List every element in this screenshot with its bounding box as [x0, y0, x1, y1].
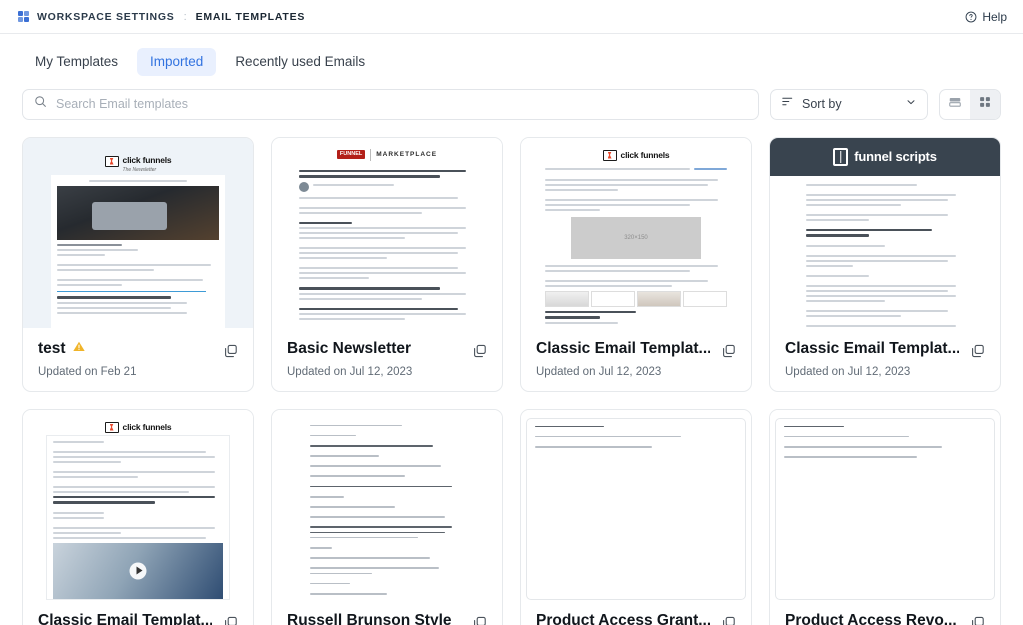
template-thumbnail: FUNNEL MARKETPLACE [272, 138, 502, 328]
clickfunnels-logo-icon [603, 150, 617, 161]
sort-lines-icon [781, 95, 794, 113]
template-title: test [38, 340, 238, 358]
thumb-brand-name: click funnels [123, 422, 172, 432]
template-title: Classic Email Templat... [785, 340, 985, 358]
apps-grid-icon[interactable] [18, 11, 29, 22]
template-thumbnail [521, 410, 751, 600]
template-thumbnail [272, 410, 502, 600]
breadcrumb-email-templates: EMAIL TEMPLATES [196, 11, 305, 23]
template-title-text: Product Access Grant... [536, 612, 710, 625]
chevron-down-icon [905, 95, 917, 113]
thumb-brand-name: funnel scripts [854, 149, 936, 164]
template-title: Product Access Revo... [785, 612, 985, 625]
template-title-text: Russell Brunson Style [287, 612, 452, 625]
sort-by-dropdown[interactable]: Sort by [770, 89, 928, 120]
help-button[interactable]: Help [965, 10, 1007, 24]
list-view-icon [948, 95, 962, 114]
question-circle-icon [965, 11, 977, 23]
template-title: Product Access Grant... [536, 612, 736, 625]
template-thumbnail: click funnels [23, 410, 253, 600]
duplicate-icon[interactable] [720, 614, 738, 625]
template-thumbnail: click funnels The Newsletter [23, 138, 253, 328]
tab-imported[interactable]: Imported [137, 48, 216, 76]
duplicate-icon[interactable] [222, 342, 240, 360]
template-card[interactable]: Russell Brunson Style [271, 409, 503, 625]
grid-view-icon [978, 95, 992, 114]
template-thumbnail: funnel scripts [770, 138, 1000, 328]
template-card[interactable]: click funnels The Newsletter [22, 137, 254, 392]
thumb-brand-name: click funnels [123, 155, 172, 165]
search-box[interactable] [22, 89, 759, 120]
funnel-marketplace-logo-icon: FUNNEL [337, 150, 365, 160]
duplicate-icon[interactable] [471, 342, 489, 360]
template-card[interactable]: click funnels 320×150 [520, 137, 752, 392]
template-grid: click funnels The Newsletter [0, 120, 1023, 625]
search-input[interactable] [56, 97, 747, 111]
template-card[interactable]: funnel scripts [769, 137, 1001, 392]
toolbar: Sort by [0, 89, 1023, 120]
template-title-text: Product Access Revo... [785, 612, 957, 625]
template-card[interactable]: Product Access Revo... [769, 409, 1001, 625]
clickfunnels-logo-icon [105, 156, 119, 167]
tab-recently-used-emails[interactable]: Recently used Emails [222, 48, 378, 76]
template-card[interactable]: Product Access Grant... [520, 409, 752, 625]
template-title-text: Basic Newsletter [287, 340, 411, 358]
template-updated-date: Updated on Feb 21 [38, 366, 238, 378]
template-title-text: Classic Email Templat... [536, 340, 710, 358]
template-card[interactable]: click funnels [22, 409, 254, 625]
clickfunnels-logo-icon [105, 422, 119, 433]
template-card[interactable]: FUNNEL MARKETPLACE [271, 137, 503, 392]
list-view-button[interactable] [940, 90, 970, 119]
tab-my-templates[interactable]: My Templates [22, 48, 131, 76]
top-bar: WORKSPACE SETTINGS : EMAIL TEMPLATES Hel… [0, 0, 1023, 34]
template-title: Classic Email Templat... [38, 612, 238, 625]
funnel-scripts-logo-icon [833, 148, 848, 166]
sort-by-label: Sort by [802, 97, 897, 111]
duplicate-icon[interactable] [969, 342, 987, 360]
duplicate-icon[interactable] [222, 614, 240, 625]
template-updated-date: Updated on Jul 12, 2023 [287, 366, 487, 378]
template-title-text: Classic Email Templat... [38, 612, 212, 625]
template-title-text: Classic Email Templat... [785, 340, 959, 358]
template-title: Basic Newsletter [287, 340, 487, 358]
breadcrumb: WORKSPACE SETTINGS : EMAIL TEMPLATES [18, 11, 965, 23]
duplicate-icon[interactable] [471, 614, 489, 625]
breadcrumb-separator: : [184, 11, 187, 23]
search-icon [34, 95, 47, 113]
warning-triangle-icon [72, 340, 86, 358]
duplicate-icon[interactable] [720, 342, 738, 360]
template-thumbnail: click funnels 320×150 [521, 138, 751, 328]
tab-bar: My Templates Imported Recently used Emai… [0, 34, 1023, 89]
template-thumbnail [770, 410, 1000, 600]
thumb-brand-name: click funnels [621, 150, 670, 160]
template-updated-date: Updated on Jul 12, 2023 [536, 366, 736, 378]
template-updated-date: Updated on Jul 12, 2023 [785, 366, 985, 378]
template-title: Classic Email Templat... [536, 340, 736, 358]
view-toggle [939, 89, 1001, 120]
template-title-text: test [38, 340, 66, 358]
template-title: Russell Brunson Style [287, 612, 487, 625]
duplicate-icon[interactable] [969, 614, 987, 625]
breadcrumb-workspace-settings[interactable]: WORKSPACE SETTINGS [37, 11, 175, 23]
thumb-brand-subtitle: MARKETPLACE [376, 151, 437, 158]
grid-view-button[interactable] [970, 90, 1000, 119]
help-label: Help [982, 10, 1007, 24]
thumb-brand-subtitle: The Newsletter [123, 167, 172, 173]
